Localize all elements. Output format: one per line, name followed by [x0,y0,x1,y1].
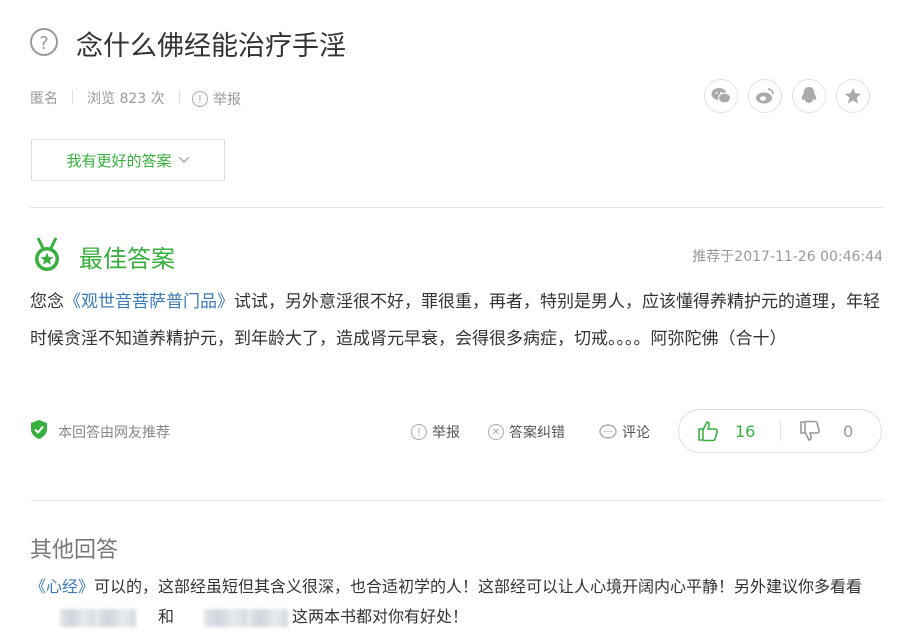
question-title: 念什么佛经能治疗手淫 [76,31,346,62]
share-wechat-button[interactable] [704,79,738,113]
redacted-text [60,608,96,627]
share-qq-button[interactable] [792,79,826,113]
medal-icon [35,237,59,271]
answer-correct-button[interactable]: ✕ 答案纠错 [488,422,565,442]
alert-circle-icon: ! [411,424,427,440]
upvote-count: 16 [735,421,756,441]
other-answer-text-2: 这两本书都对你有好处！ [292,607,469,626]
favorite-button[interactable] [836,79,870,113]
answer-text-pre: 您念 [30,292,64,312]
better-answer-button[interactable]: 我有更好的答案 [31,139,225,181]
best-answer-time: 推荐于2017-11-26 00:46:44 [692,249,883,265]
redacted-text [204,608,249,627]
weibo-icon [756,88,774,104]
redacted-text [248,608,289,627]
answer-correct-label: 答案纠错 [509,425,565,441]
thumbs-up-icon [698,421,718,442]
view-count: 浏览 823 次 [87,91,165,107]
thumbs-down-icon [800,420,820,441]
section-divider [30,500,884,501]
shield-check-icon [31,420,47,439]
comment-label: 评论 [622,425,650,441]
qq-icon [801,87,817,103]
share-weibo-button[interactable] [748,79,782,113]
downvote-count: 0 [843,421,854,441]
better-answer-label: 我有更好的答案 [66,151,172,170]
vote-box: 16 0 [678,409,882,453]
upvote-button[interactable]: 16 [697,420,755,442]
meta-divider [179,90,180,104]
section-divider [30,207,884,208]
vote-divider [780,421,781,441]
book-link[interactable]: 《心经》 [30,577,94,596]
question-mark-icon: ? [30,28,58,56]
answer-report-label: 举报 [432,425,460,441]
best-answer-text: 您念《观世音菩萨普门品》试试，另外意淫很不好，罪很重，再者，特别是男人，应该懂得… [30,284,886,358]
redacted-text [96,608,136,627]
downvote-button[interactable]: 0 [799,420,853,442]
book-link[interactable]: 《观世音菩萨普门品》 [64,292,234,312]
other-answer-text-1: 可以的，这部经虽短但其含义很深，也合适初学的人！这部经可以让人心境开阔内心平静！… [94,577,863,596]
favorite-star-icon [844,87,862,104]
comment-button[interactable]: 评论 [599,422,650,442]
chevron-down-icon [178,156,189,163]
comment-bubble-icon [599,424,617,439]
other-answers-heading: 其他回答 [30,538,119,563]
recommend-note: 本回答由网友推荐 [58,425,170,441]
other-answer-text: 《心经》可以的，这部经虽短但其含义很深，也合适初学的人！这部经可以让人心境开阔内… [30,572,886,632]
meta-divider [72,90,73,104]
other-answer-and: 和 [158,607,175,626]
best-answer-heading: 最佳答案 [79,245,175,273]
alert-circle-icon: ! [192,91,208,107]
answer-report-button[interactable]: ! 举报 [411,422,460,442]
author-label: 匿名 [30,91,58,107]
close-circle-icon: ✕ [488,424,504,440]
question-report-link[interactable]: ! 举报 [192,89,241,109]
wechat-icon [711,88,731,104]
question-report-label: 举报 [213,92,241,108]
